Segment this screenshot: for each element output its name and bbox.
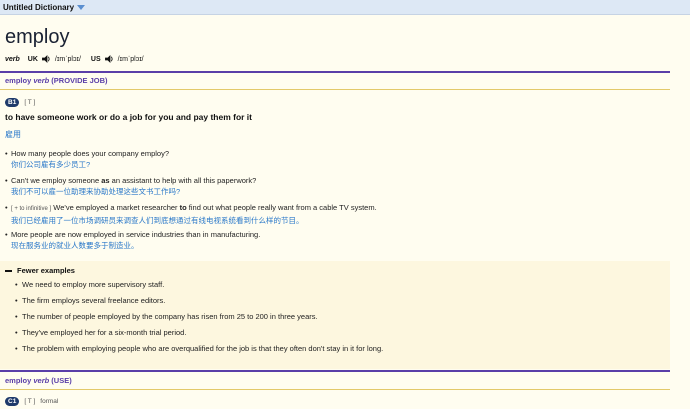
speaker-icon[interactable] (104, 55, 114, 63)
list-item: • They've employed her for a six-month tr… (15, 328, 187, 337)
list-item: • The firm employs several freelance edit… (15, 296, 166, 305)
level-row: C1 [ T ] formal (5, 397, 58, 406)
level-badge: C1 (5, 397, 20, 406)
example: •[ + to infinitive ] We've employed a ma… (5, 203, 377, 225)
us-label: US (90, 55, 101, 63)
level-row: B1 [ T ] (5, 98, 35, 107)
example: • More people are now employed in service… (5, 230, 261, 250)
pronunciation-row: verb UK /ɪmˈplɔɪ/ US /ɪmˈplɔɪ/ (5, 55, 150, 63)
list-item: • We need to employ more supervisory staf… (15, 280, 165, 289)
us-ipa: /ɪmˈplɔɪ/ (117, 55, 144, 63)
example: • How many people does your company emplo… (5, 149, 170, 169)
list-item: • The number of people employed by the co… (15, 312, 318, 321)
speaker-icon[interactable] (41, 55, 51, 63)
more-examples-panel: Fewer examples • We need to employ more s… (0, 261, 670, 369)
chevron-down-icon[interactable] (77, 4, 86, 10)
list-item: • The problem with employing people who a… (15, 344, 384, 353)
divider (0, 370, 670, 372)
sense-heading-provide-job: employ verb (PROVIDE JOB) (5, 76, 108, 85)
headword: employ (5, 26, 70, 48)
grammar-code: [ T ] (24, 99, 36, 106)
part-of-speech: verb (5, 55, 20, 63)
definition: to have someone work or do a job for you… (5, 112, 253, 122)
uk-ipa: /ɪmˈplɔɪ/ (54, 55, 81, 63)
level-badge: B1 (5, 98, 20, 107)
entry-content: employ verb UK /ɪmˈplɔɪ/ US /ɪmˈplɔɪ/ em… (0, 15, 690, 409)
fewer-examples-toggle[interactable]: Fewer examples (5, 266, 75, 275)
example: • Can't we employ someone as an assistant… (5, 176, 257, 196)
divider (0, 389, 670, 390)
minus-icon (5, 269, 12, 272)
divider (0, 71, 670, 73)
grammar-code: [ T ] (24, 398, 36, 405)
window-titlebar[interactable]: Untitled Dictionary (0, 0, 690, 15)
divider (0, 89, 670, 90)
register-label: formal (40, 398, 59, 405)
dictionary-title: Untitled Dictionary (3, 2, 75, 12)
translation: 雇用 (5, 130, 21, 139)
sense-heading-use: employ verb (USE) (5, 376, 72, 385)
uk-label: UK (27, 55, 38, 63)
